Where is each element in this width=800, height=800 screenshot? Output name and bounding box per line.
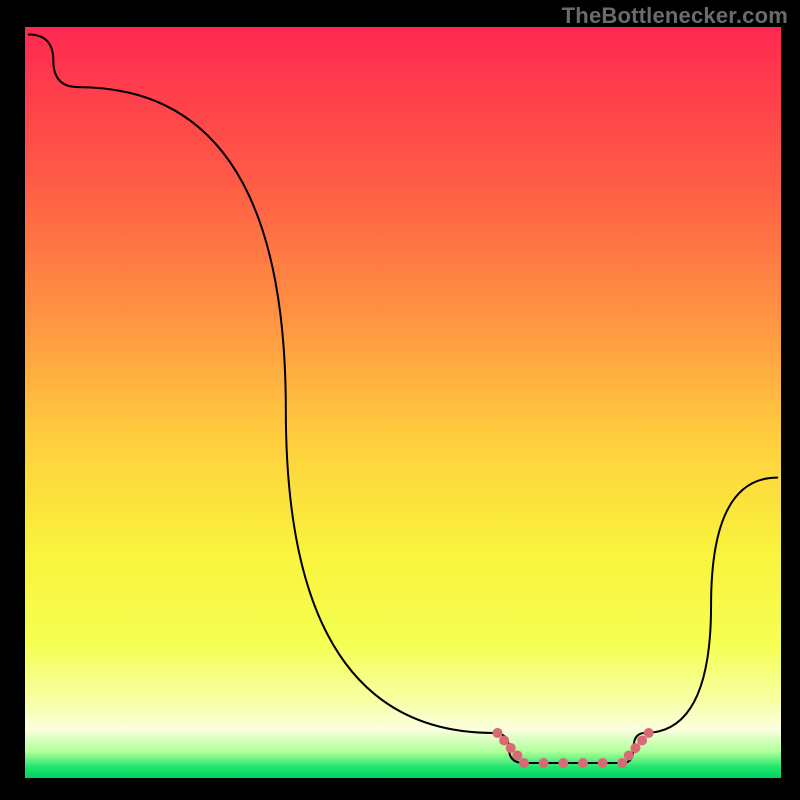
optimal-marker: [624, 750, 634, 760]
optimal-marker: [578, 758, 588, 768]
optimal-marker: [512, 750, 522, 760]
bottleneck-chart: [0, 0, 800, 800]
optimal-marker: [644, 728, 654, 738]
optimal-marker: [630, 743, 640, 753]
optimal-marker: [539, 758, 549, 768]
optimal-marker: [493, 728, 503, 738]
optimal-marker: [637, 735, 647, 745]
optimal-marker: [617, 758, 627, 768]
watermark-text: TheBottlenecker.com: [562, 3, 788, 29]
optimal-marker: [598, 758, 608, 768]
optimal-marker: [499, 735, 509, 745]
optimal-marker: [506, 743, 516, 753]
optimal-marker: [519, 758, 529, 768]
optimal-marker: [558, 758, 568, 768]
chart-container: TheBottlenecker.com: [0, 0, 800, 800]
plot-background: [25, 27, 781, 778]
